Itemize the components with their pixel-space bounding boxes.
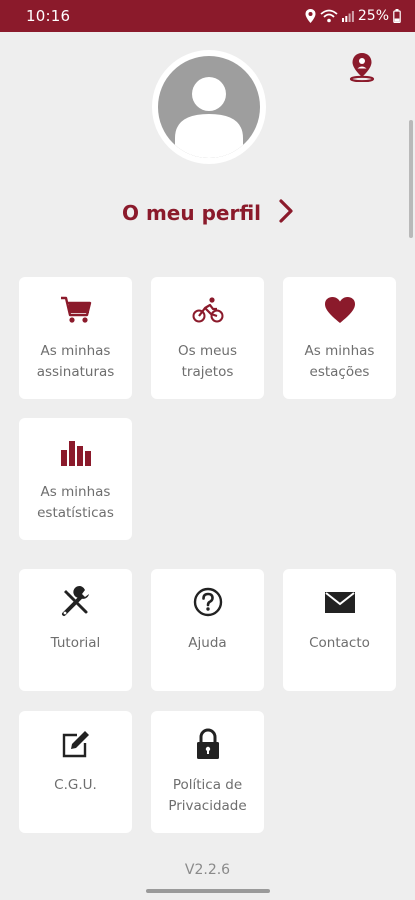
my-profile-link[interactable]: O meu perfil [0,194,415,232]
scrollbar[interactable] [409,120,413,238]
tile-label: As minhas estações [304,343,375,380]
app-version: V2.2.6 [184,862,231,878]
tile-label: As minhas assinaturas [36,343,115,380]
signal-icon [341,10,354,22]
chevron-right-icon [279,199,293,227]
person-icon [158,56,260,158]
tile-cgu[interactable]: C.G.U. [19,711,132,833]
battery-label: 25% [357,8,389,24]
profile-label: O meu perfil [122,201,261,225]
bar-chart-icon [60,434,92,468]
edit-icon [61,727,91,761]
tile-label: Tutorial [50,635,101,651]
location-icon [305,9,316,23]
location-button[interactable] [344,52,380,86]
map-pin-icon [348,52,376,86]
battery-icon [393,9,401,23]
tools-icon [60,585,92,619]
mail-icon [324,585,356,619]
status-icons: 25% [305,8,401,24]
tile-label: Os meus trajetos [178,343,237,380]
tile-contact[interactable]: Contacto [283,569,396,691]
tile-label: Política de Privacidade [168,777,247,814]
navigation-bar [0,884,415,900]
tile-privacy[interactable]: Política de Privacidade [151,711,264,833]
heart-icon [324,293,356,327]
tile-tutorial[interactable]: Tutorial [19,569,132,691]
home-handle[interactable] [146,889,270,893]
tile-label: Ajuda [188,635,227,651]
tile-help[interactable]: Ajuda [151,569,264,691]
help-icon [193,585,223,619]
wifi-icon [320,9,338,23]
tile-statistics[interactable]: As minhas estatísticas [19,418,132,540]
cart-icon [60,293,92,327]
tile-stations[interactable]: As minhas estações [283,277,396,399]
avatar[interactable] [152,50,266,164]
tile-label: C.G.U. [54,777,97,793]
tile-label: As minhas estatísticas [37,484,114,521]
tile-subscriptions[interactable]: As minhas assinaturas [19,277,132,399]
tile-label: Contacto [309,635,370,651]
tile-trips[interactable]: Os meus trajetos [151,277,264,399]
status-time: 10:16 [26,7,71,25]
bicycle-icon [192,293,224,327]
status-bar: 10:16 25% [0,0,415,32]
lock-icon [195,727,221,761]
